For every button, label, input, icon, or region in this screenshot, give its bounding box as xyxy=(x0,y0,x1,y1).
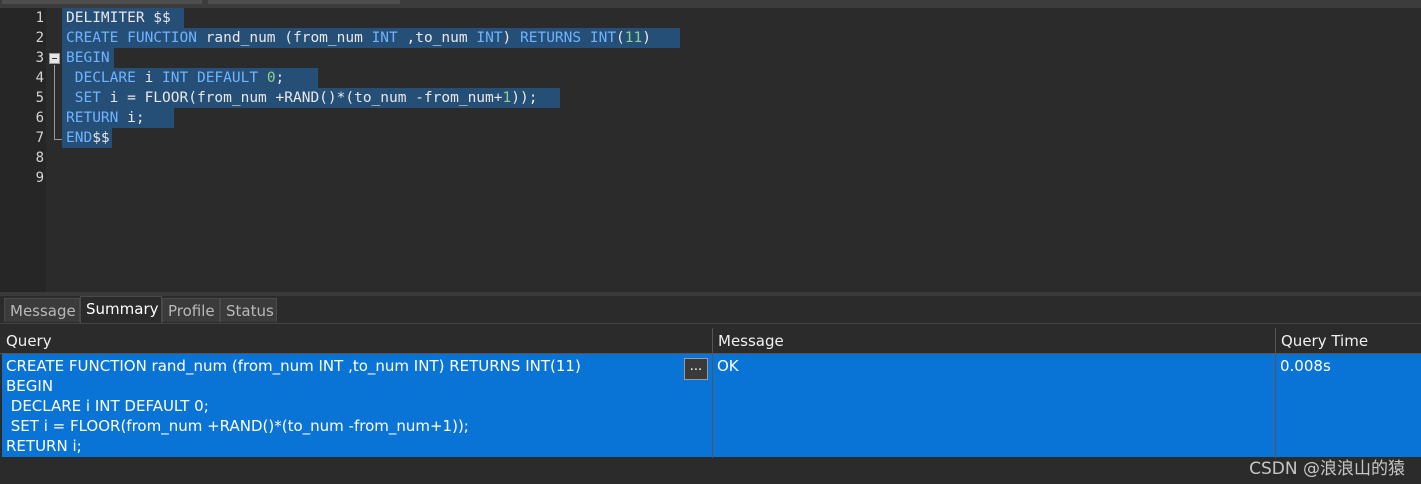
query-tab-stub-1[interactable] xyxy=(2,0,202,4)
cell-message: OK xyxy=(717,357,739,375)
line-number: 4 xyxy=(35,70,44,86)
tab-summary[interactable]: Summary xyxy=(80,296,162,323)
code-token: END xyxy=(66,130,93,146)
tab-profile[interactable]: Profile xyxy=(162,298,220,322)
code-token: BEGIN xyxy=(66,50,110,66)
line-number: 3 xyxy=(35,50,44,66)
code-text-area[interactable] xyxy=(46,8,1421,292)
tab-message[interactable]: Message xyxy=(4,298,80,322)
code-line: RETURN i; xyxy=(66,108,145,128)
code-token: DELIMITER $$ xyxy=(66,10,171,26)
code-line: BEGIN xyxy=(66,48,110,68)
watermark-text: CSDN @浪浪山的猿 xyxy=(1249,459,1405,479)
code-token: $$ xyxy=(92,130,110,146)
code-token: i xyxy=(144,70,163,86)
line-number: 8 xyxy=(35,150,44,166)
cell-query: CREATE FUNCTION rand_num (from_num INT ,… xyxy=(6,357,581,455)
code-line: DELIMITER $$ xyxy=(66,8,171,28)
grid-empty-area xyxy=(0,458,1421,484)
code-token: SET xyxy=(66,90,110,106)
code-line: DECLARE i INT DEFAULT 0; xyxy=(66,68,285,88)
fold-collapse-icon[interactable] xyxy=(49,53,60,64)
code-token: RETURN xyxy=(66,110,128,126)
code-token: rand_num (from_num xyxy=(205,30,372,46)
query-tab-stub-2[interactable] xyxy=(208,0,400,4)
line-number: 2 xyxy=(35,30,44,46)
code-token: i; xyxy=(127,110,145,126)
code-token: 1 xyxy=(502,90,512,106)
line-number: 5 xyxy=(35,90,44,106)
code-token: INT xyxy=(476,30,503,46)
column-divider[interactable] xyxy=(712,328,713,458)
code-token: 11 xyxy=(624,30,643,46)
code-token: INT DEFAULT xyxy=(162,70,267,86)
code-token: ( xyxy=(616,30,625,46)
code-token: i = FLOOR(from_num +RAND()*(to_num -from… xyxy=(109,90,503,106)
code-token: )); xyxy=(511,90,538,106)
code-token: ,to_num xyxy=(397,30,477,46)
column-header-query[interactable]: Query xyxy=(0,328,712,353)
code-token: ) xyxy=(642,30,651,46)
summary-grid: Query Message Query Time CREATE FUNCTION… xyxy=(0,328,1421,458)
line-number-gutter: 1 2 3 4 5 6 7 8 9 xyxy=(0,8,46,292)
column-header-message[interactable]: Message xyxy=(712,328,1275,353)
code-token: RETURNS INT xyxy=(520,30,617,46)
grid-header: Query Message Query Time xyxy=(0,328,1421,354)
column-header-query-time[interactable]: Query Time xyxy=(1275,328,1421,353)
tab-status[interactable]: Status xyxy=(220,298,277,322)
code-token: ; xyxy=(275,70,285,86)
column-divider[interactable] xyxy=(1275,328,1276,458)
line-number: 1 xyxy=(35,10,44,26)
code-token: DECLARE xyxy=(66,70,145,86)
code-token: INT xyxy=(371,30,398,46)
line-number: 7 xyxy=(35,130,44,146)
expand-query-button[interactable]: ... xyxy=(684,358,708,380)
fold-guide-end xyxy=(54,139,62,140)
result-tabs-bar: Message Summary Profile Status xyxy=(0,296,1421,324)
code-line: CREATE FUNCTION rand_num (from_num INT ,… xyxy=(66,28,651,48)
cell-query-time: 0.008s xyxy=(1280,357,1331,375)
code-token: 0 xyxy=(266,70,276,86)
line-number: 9 xyxy=(35,170,44,186)
code-line: END$$ xyxy=(66,128,110,148)
code-token: CREATE FUNCTION xyxy=(66,30,206,46)
line-number: 6 xyxy=(35,110,44,126)
sql-editor[interactable]: 1 2 3 4 5 6 7 8 9 DELIMITER $$ CREATE FUN… xyxy=(0,8,1421,292)
code-line: SET i = FLOOR(from_num +RAND()*(to_num -… xyxy=(66,88,538,108)
fold-guide-line xyxy=(54,65,55,139)
code-token: ) xyxy=(502,30,521,46)
top-tab-strip xyxy=(0,0,1421,8)
